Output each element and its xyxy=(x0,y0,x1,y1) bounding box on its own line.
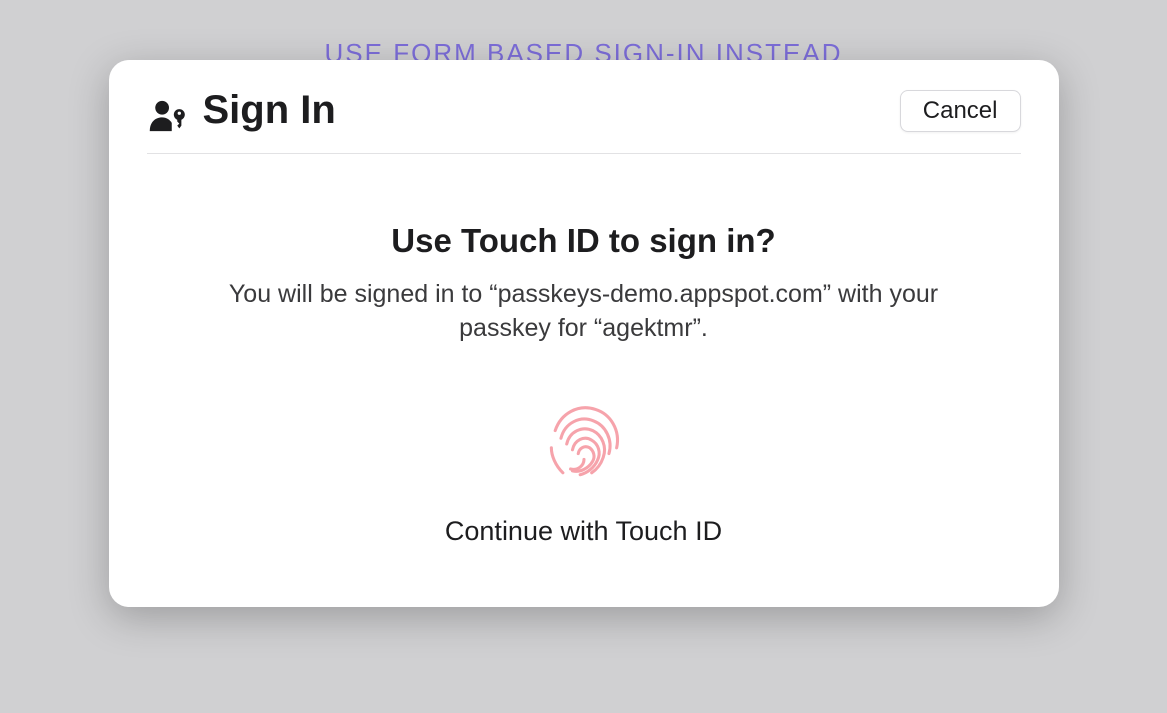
dialog-title-group: Sign In xyxy=(147,88,336,133)
prompt-heading: Use Touch ID to sign in? xyxy=(147,222,1021,260)
fingerprint-icon xyxy=(536,396,632,492)
continue-with-touchid-label: Continue with Touch ID xyxy=(445,516,722,547)
prompt-subtext: You will be signed in to “passkeys-demo.… xyxy=(204,278,964,346)
signin-dialog: Sign In Cancel Use Touch ID to sign in? … xyxy=(109,60,1059,607)
dialog-header: Sign In Cancel xyxy=(147,88,1021,154)
dialog-title: Sign In xyxy=(203,88,336,133)
passkey-icon xyxy=(147,89,191,133)
touchid-block[interactable]: Continue with Touch ID xyxy=(147,396,1021,547)
dialog-body: Use Touch ID to sign in? You will be sig… xyxy=(147,154,1021,547)
cancel-button[interactable]: Cancel xyxy=(900,90,1021,132)
